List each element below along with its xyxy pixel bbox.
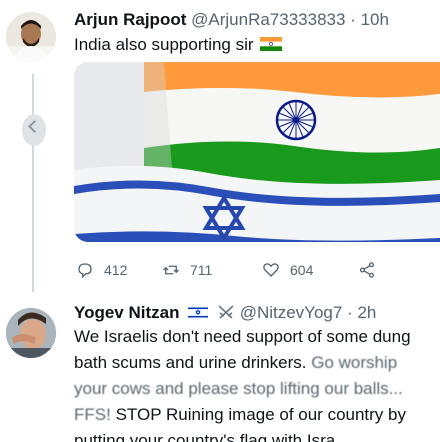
- tweet-actions: 412 711 604: [76, 258, 396, 282]
- heart-icon: [263, 263, 279, 277]
- tweet-header: Arjun Rajpoot @ArjunRa73333833 · 10h: [74, 9, 434, 31]
- tweet-text: We Israelis don't need support of some d…: [74, 324, 434, 442]
- tweet-text-line: your cows and please stop lifting our ba…: [74, 376, 434, 402]
- tweet[interactable]: Arjun Rajpoot @ArjunRa73333833 · 10h Ind…: [0, 0, 440, 292]
- retweet-count: 711: [190, 262, 213, 278]
- tweet-text-content: India also supporting sir: [74, 35, 254, 54]
- tweet-text-line: bath scums and urine drinkers. Go worshi…: [74, 350, 434, 376]
- share-button[interactable]: [358, 258, 386, 282]
- display-name[interactable]: Arjun Rajpoot: [74, 10, 186, 29]
- tweet-text: India also supporting sir: [74, 32, 434, 58]
- tweet-text-fragment: STOP Ruining image of our country by: [115, 405, 406, 424]
- reply-button[interactable]: 412: [76, 258, 127, 282]
- india-flag-emoji-icon: [260, 37, 283, 51]
- tweet-text-line: FFS! STOP Ruining image of our country b…: [74, 402, 434, 428]
- timestamp[interactable]: 10h: [361, 10, 389, 29]
- handle[interactable]: @NitzevYog7: [240, 303, 343, 322]
- like-count: 604: [290, 262, 314, 278]
- tweet-text-fragment: bath scums and urine drinkers.: [74, 353, 307, 372]
- handle[interactable]: @ArjunRa73333833: [191, 10, 345, 29]
- avatar-portrait-icon: [6, 12, 56, 62]
- separator-dot: ·: [347, 303, 353, 322]
- share-icon: [359, 262, 375, 278]
- timestamp[interactable]: 2h: [357, 303, 376, 322]
- tweet-image[interactable]: [74, 62, 440, 242]
- israel-flag-emoji-icon: [187, 305, 209, 320]
- crossed-swords-icon: [218, 305, 234, 319]
- twitter-thread: Arjun Rajpoot @ArjunRa73333833 · 10h Ind…: [0, 0, 440, 442]
- avatar-portrait-icon: [6, 308, 56, 358]
- tweet-text-line: putting your country's flag with Isra: [74, 431, 336, 442]
- avatar[interactable]: [6, 12, 56, 62]
- like-button[interactable]: 604: [262, 258, 313, 282]
- avatar[interactable]: [6, 308, 56, 358]
- retweet-button[interactable]: 711: [162, 258, 212, 282]
- reply-count: 412: [104, 262, 128, 278]
- scribbled-text: Go worship: [311, 353, 398, 372]
- flags-image: [74, 62, 440, 242]
- reply-icon: [78, 263, 92, 279]
- scribbled-text: FFS!: [74, 405, 111, 424]
- tweet[interactable]: Yogev Nitzan @NitzevYog7 · 2h We Israeli…: [0, 292, 440, 442]
- retweet-icon: [163, 265, 179, 275]
- tweet-text-line: We Israelis don't need support of some d…: [74, 327, 411, 346]
- separator-dot: ·: [350, 10, 356, 29]
- scribbled-text: your cows and please stop lifting our ba…: [74, 379, 403, 398]
- tweet-header: Yogev Nitzan @NitzevYog7 · 2h: [74, 302, 434, 324]
- display-name[interactable]: Yogev Nitzan: [74, 303, 179, 322]
